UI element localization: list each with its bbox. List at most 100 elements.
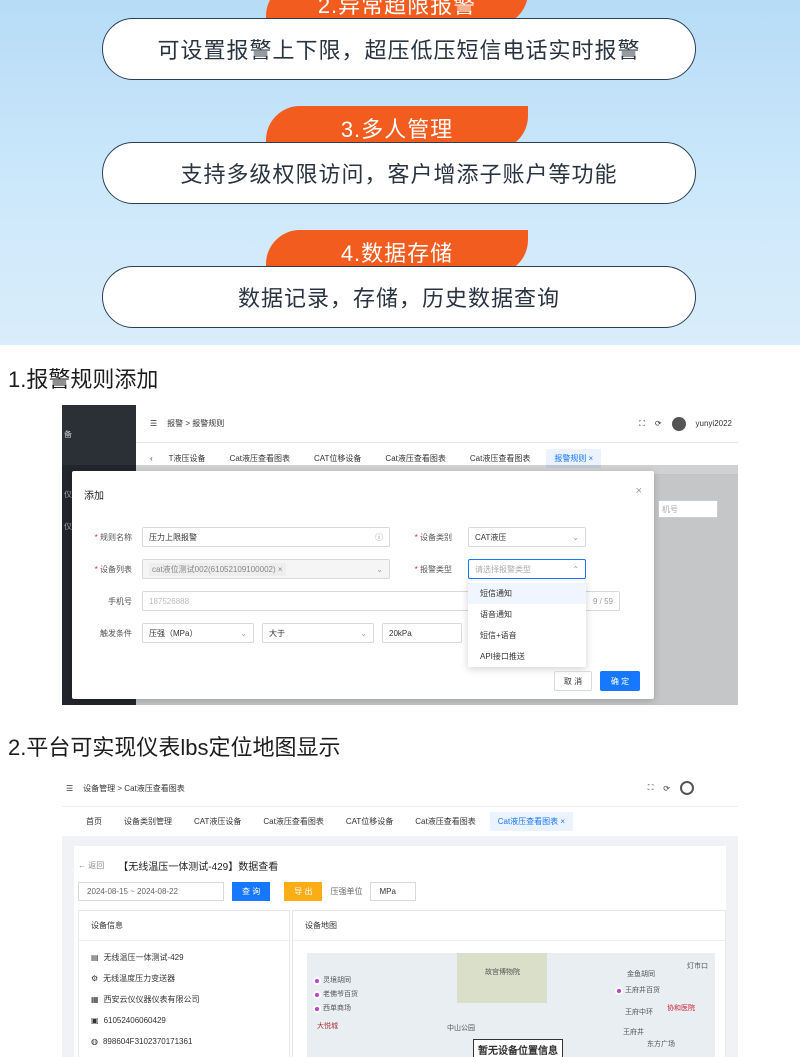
- tab[interactable]: CAT液压设备: [186, 812, 249, 831]
- top-bar: ☰ 设备管理 > Cat液压查看图表 ⛶ ⟳: [62, 770, 738, 806]
- option[interactable]: API接口推送: [468, 646, 586, 667]
- bg-phone-field: 机号: [658, 500, 718, 518]
- tab[interactable]: Cat液压查看图表: [407, 812, 483, 831]
- map-label: 老佛爷百货: [323, 991, 358, 998]
- breadcrumb: 设备管理 > Cat液压查看图表: [83, 783, 185, 793]
- trigger-param: 压强（MPa）: [149, 628, 198, 638]
- fullscreen-icon[interactable]: ⛶: [648, 783, 654, 793]
- map-label: 东方广场: [647, 1041, 675, 1048]
- unit-select[interactable]: MPa: [370, 882, 417, 901]
- cancel-button[interactable]: 取 消: [554, 671, 592, 691]
- chevron-up-icon: ⌃: [572, 564, 579, 574]
- info-value: 无线温压一体测试-429: [103, 953, 184, 962]
- chevron-left-icon[interactable]: ‹: [150, 454, 153, 463]
- feature-desc: 数据记录，存储，历史数据查询: [102, 266, 696, 328]
- query-button[interactable]: 查 询: [232, 882, 271, 901]
- map-pin: [313, 991, 321, 999]
- company-icon: ▦: [91, 995, 99, 1004]
- device-list-select[interactable]: cat液位测试002(61052109100002) × ⌄: [142, 559, 390, 579]
- refresh-icon[interactable]: ⟳: [655, 419, 662, 428]
- device-type-label: 设备类别: [392, 532, 452, 543]
- close-icon[interactable]: ×: [636, 485, 642, 497]
- feature-desc: 可设置报警上下限，超压低压短信电话实时报警: [102, 18, 696, 80]
- device-tag[interactable]: cat液位测试002(61052109100002) ×: [149, 562, 286, 576]
- map[interactable]: 灵境胡同 故宫博物院 老佛爷百货 西单商场 大悦城 中山公园 金鱼胡同 王府井 …: [307, 953, 715, 1057]
- info-value: 61052406060429: [103, 1016, 166, 1025]
- map-label: 大悦城: [317, 1023, 338, 1030]
- map-label: 中山公园: [447, 1025, 475, 1032]
- rule-name-value: 压力上限报警: [149, 532, 197, 542]
- export-button[interactable]: 导 出: [284, 882, 323, 901]
- ok-button[interactable]: 确 定: [600, 671, 640, 691]
- breadcrumb-item[interactable]: 设备管理: [83, 784, 115, 793]
- alarm-type-label: 报警类型: [392, 564, 452, 575]
- map-pin: [313, 977, 321, 985]
- trigger-label: 触发条件: [100, 629, 132, 638]
- tab-active[interactable]: Cat液压查看图表 ×: [489, 812, 574, 831]
- card-title: 设备信息: [79, 911, 289, 941]
- section-title: 1.报警规则添加: [8, 367, 159, 392]
- chevron-down-icon: ⌄: [240, 628, 247, 638]
- chevron-down-icon: ⌄: [572, 532, 579, 542]
- info-row: ▣ 61052406060429: [79, 1010, 289, 1031]
- help-icon[interactable]: ⓘ: [375, 532, 383, 543]
- rule-name-label: 规则名称: [72, 532, 132, 543]
- unit-label: 压强单位: [330, 887, 363, 896]
- tab[interactable]: CAT位移设备: [338, 812, 401, 831]
- device-map-card: 设备地图 灵境胡同 故宫博物院 老佛爷百货 西单商场 大悦城 中山公园 金鱼胡同…: [292, 910, 726, 1057]
- info-row: ◍ 898604F3102370171361: [79, 1031, 289, 1052]
- menu-icon[interactable]: ☰: [150, 419, 157, 428]
- map-label: 灯市口: [687, 963, 708, 970]
- back-link[interactable]: ← 返回: [78, 860, 104, 871]
- map-screenshot: ☰ 设备管理 > Cat液压查看图表 ⛶ ⟳ 首页 设备类别管理 CAT液压设备…: [62, 770, 738, 1057]
- map-label: 王府井百货: [625, 987, 660, 994]
- option[interactable]: 短信通知: [468, 583, 586, 604]
- trigger-op-select[interactable]: 大于 ⌄: [262, 623, 374, 643]
- map-label: 灵境胡同: [323, 977, 351, 984]
- phone-label: 手机号: [108, 597, 132, 606]
- tab[interactable]: 设备类别管理: [116, 812, 180, 831]
- trigger-param-select[interactable]: 压强（MPa） ⌄: [142, 623, 254, 643]
- trigger-op: 大于: [269, 628, 285, 638]
- date-range-picker[interactable]: 2024-08-15 ~ 2024-08-22: [78, 882, 224, 901]
- map-pin: [313, 1005, 321, 1013]
- map-label: 王府井: [623, 1029, 644, 1036]
- option[interactable]: 短信+语音: [468, 625, 586, 646]
- breadcrumb-item[interactable]: 报警: [167, 419, 183, 428]
- breadcrumb-item: Cat液压查看图表: [124, 783, 185, 793]
- card-title: 设备地图: [293, 911, 725, 941]
- chevron-down-icon: ⌄: [360, 628, 367, 638]
- device-type-select[interactable]: CAT液压 ⌄: [468, 527, 586, 547]
- info-value: 898604F3102370171361: [102, 1037, 193, 1046]
- sidebar-item[interactable]: 备: [64, 429, 72, 440]
- sensor-icon: ⚙: [91, 974, 99, 983]
- info-value: 无线温度压力变送器: [103, 974, 176, 983]
- chevron-down-icon: ⌄: [376, 564, 383, 574]
- alarm-rule-screenshot: 备 仪 仪 ☰ 报警 > 报警规则 ⛶ ⟳ yunyi2022 ‹ T液压设备 …: [62, 405, 738, 705]
- map-park: [457, 953, 547, 1003]
- map-label: 西单商场: [323, 1005, 351, 1012]
- section-title: 2.平台可实现仪表lbs定位地图显示: [8, 735, 341, 760]
- sim-icon: ◍: [91, 1037, 98, 1046]
- refresh-icon[interactable]: ⟳: [663, 784, 670, 793]
- tab[interactable]: Cat液压查看图表: [255, 812, 331, 831]
- device-list-label: 设备列表: [72, 564, 132, 575]
- add-rule-dialog: 添加 × 规则名称 压力上限报警 ⓘ 设备类别 CAT液压 ⌄ 设备列表 cat液位…: [72, 471, 654, 699]
- map-label: 协和医院: [667, 1005, 695, 1012]
- info-value: 西安云仪仪器仪表有限公司: [103, 995, 200, 1004]
- username[interactable]: yunyi2022: [696, 419, 732, 428]
- alarm-type-select[interactable]: 请选择报警类型 ⌃: [468, 559, 586, 579]
- device-icon: ▤: [91, 953, 99, 962]
- avatar[interactable]: [680, 781, 694, 795]
- breadcrumb: 报警 > 报警规则: [167, 419, 225, 428]
- trigger-value-input[interactable]: 20kPa: [382, 623, 462, 643]
- menu-icon[interactable]: ☰: [66, 784, 73, 793]
- rule-name-input[interactable]: 压力上限报警 ⓘ: [142, 527, 390, 547]
- map-pin: [615, 987, 623, 995]
- tab-home[interactable]: 首页: [78, 812, 110, 831]
- option[interactable]: 语音通知: [468, 604, 586, 625]
- phone-value: 187526888: [149, 596, 190, 606]
- fullscreen-icon[interactable]: ⛶: [639, 419, 645, 429]
- avatar[interactable]: [671, 416, 686, 431]
- char-count: 9 / 59: [592, 596, 613, 606]
